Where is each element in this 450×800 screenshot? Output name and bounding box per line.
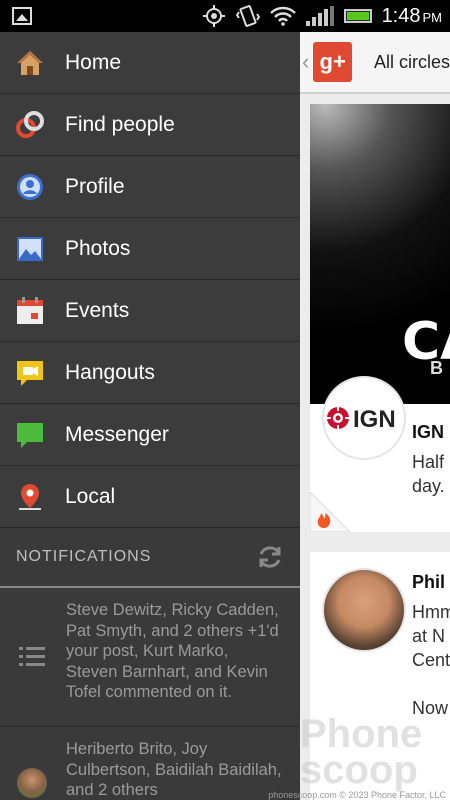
menu-item-find-people[interactable]: Find people — [0, 94, 300, 156]
menu-item-label: Find people — [65, 112, 175, 136]
chevron-left-icon[interactable]: ‹ — [302, 49, 309, 75]
post-image[interactable]: CA B — [310, 104, 450, 404]
clock: 1:48 PM — [381, 4, 442, 27]
notification-item[interactable]: Steve Dewitz, Ricky Cadden, Pat Smyth, a… — [0, 588, 300, 727]
avatar[interactable] — [322, 568, 406, 652]
notification-item[interactable]: Heriberto Brito, Joy Culbertson, Baidila… — [0, 727, 300, 800]
refresh-icon[interactable] — [256, 543, 284, 571]
gps-icon — [202, 5, 225, 27]
menu-item-events[interactable]: Events — [0, 280, 300, 342]
menu-item-hangouts[interactable]: Hangouts — [0, 342, 300, 404]
ign-logo-icon: IGN — [326, 405, 396, 433]
status-bar: 1:48 PM — [0, 0, 450, 32]
post-author[interactable]: Phil — [412, 572, 445, 593]
notification-text: Heriberto Brito, Joy Culbertson, Baidila… — [66, 740, 282, 799]
menu-item-label: Home — [65, 50, 122, 74]
menu-item-messenger[interactable]: Messenger — [0, 404, 300, 466]
hangouts-icon — [15, 358, 45, 388]
menu-item-label: Profile — [65, 174, 125, 198]
copyright-text: phonescoop.com © 2023 Phone Factor, LLC — [268, 790, 446, 800]
battery-icon — [343, 9, 372, 23]
menu-item-label: Messenger — [65, 422, 169, 446]
menu-item-label: Local — [65, 484, 116, 508]
menu-item-local[interactable]: Local — [0, 466, 300, 528]
circles-selector[interactable]: All circles — [374, 52, 450, 73]
events-icon — [15, 296, 45, 326]
avatar — [16, 739, 48, 800]
stream-view: ‹ g+ All circles CA B IGN IGN Half day. … — [300, 32, 450, 800]
menu-item-label: Events — [65, 298, 130, 322]
avatar[interactable]: IGN — [322, 376, 406, 460]
photos-icon — [15, 234, 45, 264]
local-icon — [15, 482, 45, 512]
post-text-line: Half — [412, 452, 445, 472]
hot-flame-icon — [310, 492, 350, 532]
vibrate-icon — [235, 5, 260, 27]
profile-icon — [15, 172, 45, 202]
notifications-header: NOTIFICATIONS — [0, 528, 300, 588]
watermark: Phone scoop — [300, 712, 423, 792]
find-people-icon — [15, 110, 45, 140]
menu-item-profile[interactable]: Profile — [0, 156, 300, 218]
notification-text: Steve Dewitz, Ricky Cadden, Pat Smyth, a… — [66, 601, 279, 701]
menu-item-photos[interactable]: Photos — [0, 218, 300, 280]
post-text-line: Cent — [412, 650, 450, 670]
post-author[interactable]: IGN — [412, 422, 444, 443]
list-icon — [16, 600, 48, 714]
messenger-icon — [15, 420, 45, 450]
signal-icon — [305, 6, 334, 26]
notifications-title: NOTIFICATIONS — [16, 548, 152, 565]
gallery-notification-icon — [12, 7, 32, 25]
post-image-subtext: B — [430, 358, 443, 378]
menu-item-label: Photos — [65, 236, 131, 260]
svg-text:IGN: IGN — [353, 406, 396, 433]
navigation-drawer: Home Find people Profile Photos Events H… — [0, 32, 300, 800]
menu-item-label: Hangouts — [65, 360, 155, 384]
post-text-line: day. — [412, 476, 445, 496]
wifi-icon — [269, 6, 296, 26]
menu-item-home[interactable]: Home — [0, 32, 300, 94]
google-plus-logo-icon[interactable]: g+ — [313, 42, 352, 82]
action-bar: ‹ g+ All circles — [300, 32, 450, 94]
post-text-line: Hmm — [412, 602, 450, 622]
post-text-line: at N — [412, 626, 446, 646]
home-icon — [15, 48, 45, 78]
post-card[interactable]: CA B IGN IGN Half day. — [310, 104, 450, 532]
